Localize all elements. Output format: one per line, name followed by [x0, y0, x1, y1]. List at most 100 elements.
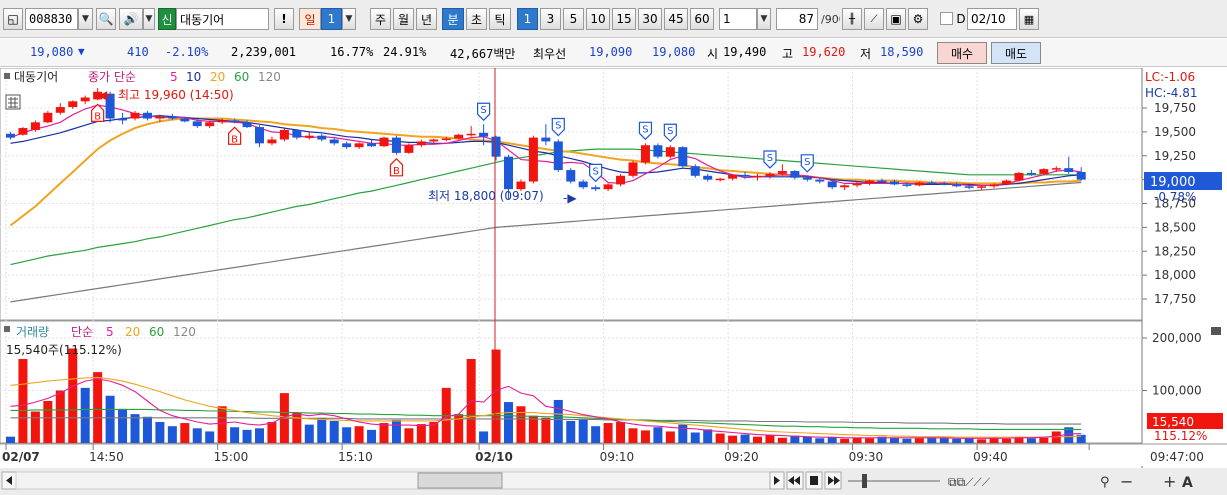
volume-bar [827, 437, 837, 443]
candle-body [1002, 180, 1011, 185]
interval-button-15[interactable]: 15 [612, 8, 636, 30]
scroll-right-button[interactable] [769, 471, 785, 490]
open-price: 19,490 [723, 45, 767, 59]
magnifier-icon[interactable]: ⚲ [1100, 475, 1110, 490]
signal-letter: S [804, 157, 810, 168]
period-dropdown-icon[interactable]: ▼ [342, 8, 356, 30]
candle-body [939, 183, 949, 185]
period-minute-button[interactable]: 분 [442, 8, 464, 30]
volume-bar [865, 438, 875, 443]
low-arrow-icon: -▶ [563, 191, 577, 205]
volume-bar [977, 439, 987, 443]
rewind-button[interactable] [786, 471, 804, 490]
market-cap: 42,667백만 [450, 47, 516, 61]
window-menu-icon[interactable]: ◱ [3, 8, 23, 30]
candle-body [914, 182, 924, 186]
high-label: 고 [782, 47, 794, 61]
date-checkbox[interactable] [940, 12, 953, 25]
lc-label: LC:-1.06 [1145, 70, 1195, 84]
code-dropdown-icon[interactable]: ▼ [78, 8, 93, 30]
candle-body [902, 184, 912, 186]
period-day-count[interactable]: 1 [321, 8, 342, 30]
interval-button-5[interactable]: 5 [563, 8, 584, 30]
volume-bar [416, 424, 426, 443]
candle-body [142, 112, 152, 119]
scroll-track[interactable] [15, 471, 771, 490]
stop-button[interactable] [805, 471, 823, 490]
price-panel-title: 대동기어 [14, 70, 58, 84]
zoom-in-icon[interactable]: + [1163, 472, 1176, 491]
volume-bar [777, 437, 787, 443]
candle-type-icon[interactable]: ╫ [842, 8, 862, 30]
best-bid-price: 19,080 [652, 45, 696, 59]
interval-button-10[interactable]: 10 [586, 8, 610, 30]
legend-ma10: 10 [186, 70, 201, 84]
calendar-icon[interactable]: ▦ [1019, 8, 1039, 30]
period-month-button[interactable]: 월 [393, 8, 414, 30]
candle-body [827, 181, 837, 188]
volume-bar [815, 438, 825, 443]
candle-body [504, 156, 513, 190]
sound-icon[interactable]: 🔊 [119, 8, 143, 30]
scroll-thumb[interactable] [417, 472, 503, 489]
volume-bar [391, 419, 401, 443]
period-day-button[interactable]: 일 [299, 8, 321, 30]
save-icon[interactable]: ▣ [886, 8, 906, 30]
panel-collapse-icon[interactable] [4, 73, 10, 79]
period-second-button[interactable]: 초 [466, 8, 487, 30]
interval-button-45[interactable]: 45 [664, 8, 688, 30]
sell-button[interactable]: 매도 [991, 42, 1041, 64]
candle-body [952, 184, 962, 187]
volume-bar [616, 422, 626, 443]
candle-body [1076, 171, 1086, 180]
volume-bar [354, 426, 364, 443]
candle [640, 143, 650, 165]
volume-bar [304, 424, 314, 443]
volume-bar [55, 390, 65, 443]
custom-interval-input[interactable]: 1 [719, 8, 757, 30]
buy-button[interactable]: 매수 [937, 42, 987, 64]
current-volume-label: 15,540 [1152, 415, 1194, 429]
data-count-input[interactable]: 87 [776, 8, 818, 30]
volume-bar [479, 431, 489, 443]
candle-body [155, 116, 165, 119]
interval-button-1[interactable]: 1 [517, 8, 538, 30]
stock-code-input[interactable]: 008830 [25, 8, 78, 30]
interval-button-3[interactable]: 3 [540, 8, 561, 30]
custom-interval-dropdown-icon[interactable]: ▼ [757, 8, 771, 30]
volume-bar [43, 401, 53, 443]
signal-letter: S [480, 105, 486, 116]
font-size-icon[interactable]: A [1182, 475, 1193, 491]
interval-button-30[interactable]: 30 [638, 8, 662, 30]
fast-forward-button[interactable] [824, 471, 842, 490]
date-input[interactable]: 02/10 [967, 8, 1017, 30]
period-week-button[interactable]: 주 [370, 8, 391, 30]
candle-body [329, 139, 339, 144]
volume-bar [379, 423, 389, 443]
candle-body [43, 112, 53, 123]
sound-dropdown-icon[interactable]: ▼ [143, 8, 155, 30]
candle-body [927, 182, 937, 184]
period-year-button[interactable]: 년 [416, 8, 437, 30]
candle [528, 135, 538, 184]
view-tool-icons[interactable]: ⧉⧉⟋⟋⟋ [948, 475, 991, 489]
settings-gear-icon[interactable]: ⚙ [908, 8, 928, 30]
candle-body [230, 120, 240, 123]
interval-button-60[interactable]: 60 [690, 8, 714, 30]
search-icon[interactable]: 🔍 [96, 8, 116, 30]
period-tick-button[interactable]: 틱 [489, 8, 511, 30]
zoom-out-icon[interactable]: − [1120, 472, 1133, 491]
signal-letter: S [592, 166, 598, 177]
stock-name-field[interactable]: 대동기어 [176, 8, 269, 30]
volume-bar [665, 431, 675, 443]
signal-letter: S [667, 126, 673, 137]
volume-panel-menu-icon[interactable] [1211, 327, 1221, 335]
volume-bar [902, 438, 912, 443]
volume-bar [1039, 437, 1049, 443]
alert-button[interactable]: ! [274, 8, 294, 30]
line-tool-icon[interactable]: ⟋ [864, 8, 884, 30]
volume-tick-label: 100,000 [1152, 384, 1202, 398]
volume-panel-collapse-icon[interactable] [4, 326, 10, 332]
time-tick-label: 02/10 [475, 450, 513, 464]
stock-chart[interactable]: BBBSSSSSSS 19,75019,50019,25019,00018,75… [0, 68, 1227, 495]
